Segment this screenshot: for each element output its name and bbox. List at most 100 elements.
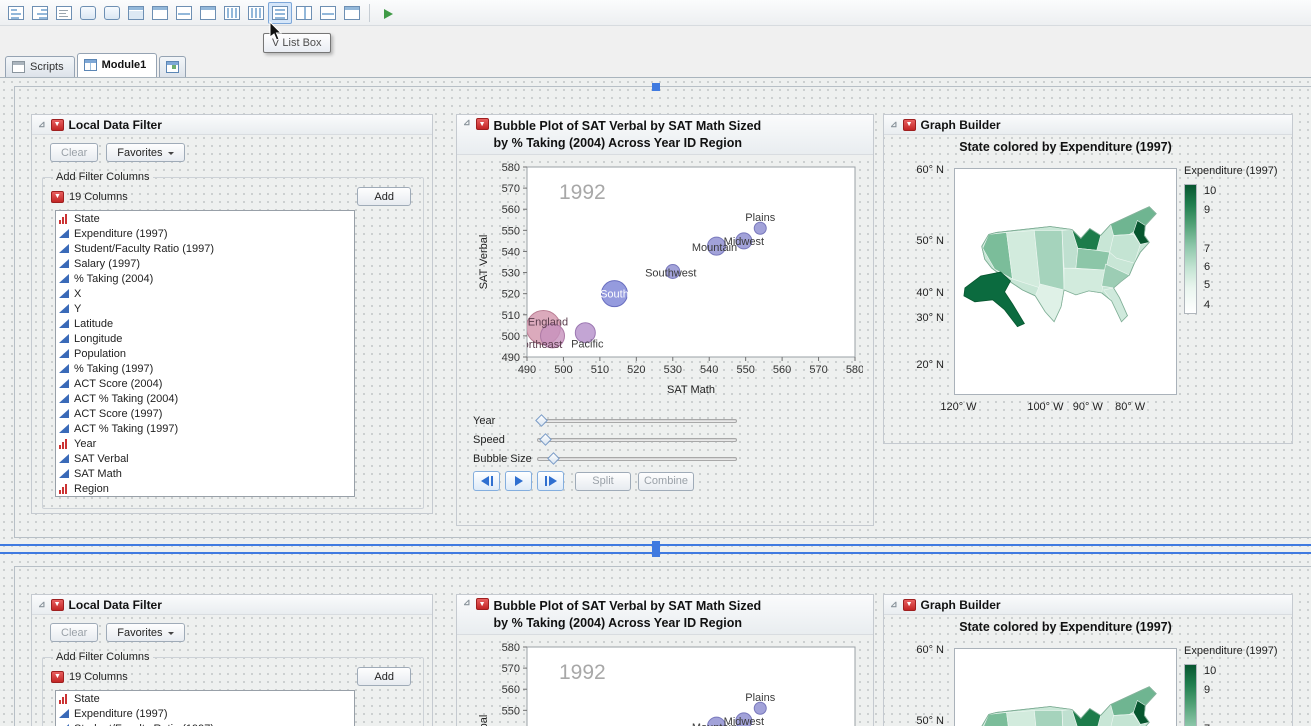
slider-thumb[interactable] <box>547 452 560 465</box>
panel-box-icon[interactable] <box>124 2 148 24</box>
scroll-box-icon[interactable] <box>340 2 364 24</box>
red-triangle-menu-icon[interactable] <box>51 671 64 683</box>
panel-header[interactable]: Local Data Filter <box>32 595 432 615</box>
slider-thumb[interactable] <box>535 414 548 427</box>
red-triangle-menu-icon[interactable] <box>51 191 64 203</box>
resize-handle[interactable] <box>652 541 660 549</box>
clear-button-label: Clear <box>61 627 87 639</box>
filter-column-item[interactable]: Expenditure (1997) <box>56 706 354 721</box>
filter-column-item[interactable]: ACT Score (1997) <box>56 406 354 421</box>
step-forward-button[interactable] <box>537 471 564 491</box>
filter-column-item[interactable]: Population <box>56 346 354 361</box>
filter-column-item[interactable]: Latitude <box>56 316 354 331</box>
filter-column-item[interactable]: Region <box>56 481 354 496</box>
bubble-plot[interactable]: 4905005105205305405505605705804905005105… <box>471 159 863 411</box>
add-button[interactable]: Add <box>357 667 411 686</box>
bubble-size-slider[interactable] <box>537 457 737 461</box>
filter-column-item[interactable]: Year <box>56 436 354 451</box>
panel-header[interactable]: Graph Builder <box>884 595 1292 615</box>
canvas[interactable]: Local Data Filter Clear Favorites Add Fi… <box>0 77 1311 726</box>
filter-column-item[interactable]: Longitude <box>56 331 354 346</box>
favorites-button-label: Favorites <box>117 627 162 639</box>
combine-button[interactable]: Combine <box>638 472 694 491</box>
run-script-icon[interactable] <box>375 2 399 24</box>
filter-column-item[interactable]: Salary (1997) <box>56 256 354 271</box>
spacer-box-icon[interactable] <box>172 2 196 24</box>
border-box-icon[interactable] <box>148 2 172 24</box>
legend-gradient[interactable] <box>1184 184 1197 314</box>
align-left-icon[interactable] <box>4 2 28 24</box>
speed-slider[interactable] <box>537 438 737 442</box>
filter-column-item[interactable]: X <box>56 286 354 301</box>
favorites-button-label: Favorites <box>117 147 162 159</box>
h-list-box-icon[interactable] <box>244 2 268 24</box>
filter-column-item[interactable]: SAT Math <box>56 466 354 481</box>
clear-button[interactable]: Clear <box>50 623 98 642</box>
red-triangle-menu-icon[interactable] <box>51 599 64 611</box>
red-triangle-menu-icon[interactable] <box>51 119 64 131</box>
red-triangle-menu-icon[interactable] <box>903 119 916 131</box>
filter-column-item[interactable]: State <box>56 691 354 706</box>
h-list-box-icon <box>248 6 264 20</box>
red-triangle-menu-icon[interactable] <box>476 118 489 130</box>
red-triangle-menu-icon[interactable] <box>476 598 489 610</box>
us-map[interactable] <box>954 168 1177 395</box>
filter-columns-list[interactable]: StateExpenditure (1997)Student/Faculty R… <box>55 690 355 726</box>
button-box-icon[interactable] <box>100 2 124 24</box>
disclosure-icon[interactable] <box>463 118 471 127</box>
resize-handle[interactable] <box>652 83 660 91</box>
filter-column-item[interactable]: ACT % Taking (2004) <box>56 391 354 406</box>
tab-new-module[interactable] <box>159 56 186 77</box>
h-splitter-box-icon[interactable] <box>292 2 316 24</box>
disclosure-icon[interactable] <box>890 600 898 609</box>
panel-header[interactable]: Bubble Plot of SAT Verbal by SAT Math Si… <box>457 595 873 635</box>
favorites-button[interactable]: Favorites <box>106 143 184 162</box>
year-slider[interactable] <box>537 419 737 423</box>
text-box-icon[interactable] <box>52 2 76 24</box>
lineup-box-icon[interactable] <box>220 2 244 24</box>
slider-thumb[interactable] <box>539 433 552 446</box>
filter-column-label: Y <box>74 303 81 315</box>
v-splitter-box-icon[interactable] <box>316 2 340 24</box>
tab-scripts[interactable]: Scripts <box>5 56 75 77</box>
filter-column-item[interactable]: Student/Faculty Ratio (1997) <box>56 241 354 256</box>
add-button[interactable]: Add <box>357 187 411 206</box>
clear-button[interactable]: Clear <box>50 143 98 162</box>
split-button-label: Split <box>592 475 613 487</box>
filter-column-item[interactable]: Student/Faculty Ratio (1997) <box>56 721 354 726</box>
resize-handle[interactable] <box>652 549 660 557</box>
filter-column-item[interactable]: ACT % Taking (1997) <box>56 421 354 436</box>
bubble-plot[interactable]: 4905005105205305405505605705804905005105… <box>471 639 863 726</box>
legend-gradient[interactable] <box>1184 664 1197 726</box>
number-edit-box-icon[interactable] <box>76 2 100 24</box>
panel-header[interactable]: Local Data Filter <box>32 115 432 135</box>
us-map[interactable] <box>954 648 1177 726</box>
continuous-column-icon <box>59 364 69 373</box>
filter-column-item[interactable]: % Taking (1997) <box>56 361 354 376</box>
legend-tick: 10 <box>1204 185 1216 197</box>
disclosure-icon[interactable] <box>890 120 898 129</box>
disclosure-icon[interactable] <box>463 598 471 607</box>
filter-column-item[interactable]: Y <box>56 301 354 316</box>
panel-header[interactable]: Graph Builder <box>884 115 1292 135</box>
play-button[interactable] <box>505 471 532 491</box>
filter-column-item[interactable]: State <box>56 211 354 226</box>
filter-column-item[interactable]: Expenditure (1997) <box>56 226 354 241</box>
split-button[interactable]: Split <box>575 472 631 491</box>
disclosure-icon[interactable] <box>38 600 46 609</box>
step-back-button[interactable] <box>473 471 500 491</box>
filter-column-item[interactable]: ACT Score (2004) <box>56 376 354 391</box>
svg-text:570: 570 <box>809 364 827 376</box>
filter-columns-list[interactable]: StateExpenditure (1997)Student/Faculty R… <box>55 210 355 497</box>
disclosure-icon[interactable] <box>38 120 46 129</box>
favorites-button[interactable]: Favorites <box>106 623 184 642</box>
svg-text:500: 500 <box>502 331 520 343</box>
panel-header[interactable]: Bubble Plot of SAT Verbal by SAT Math Si… <box>457 115 873 155</box>
tab-module1[interactable]: Module1 <box>77 53 158 77</box>
filter-column-item[interactable]: % Taking (2004) <box>56 271 354 286</box>
filter-column-item[interactable]: SAT Verbal <box>56 451 354 466</box>
red-triangle-menu-icon[interactable] <box>903 599 916 611</box>
svg-text:SAT Verbal: SAT Verbal <box>478 235 490 290</box>
tab-box-icon[interactable] <box>196 2 220 24</box>
align-top-icon[interactable] <box>28 2 52 24</box>
